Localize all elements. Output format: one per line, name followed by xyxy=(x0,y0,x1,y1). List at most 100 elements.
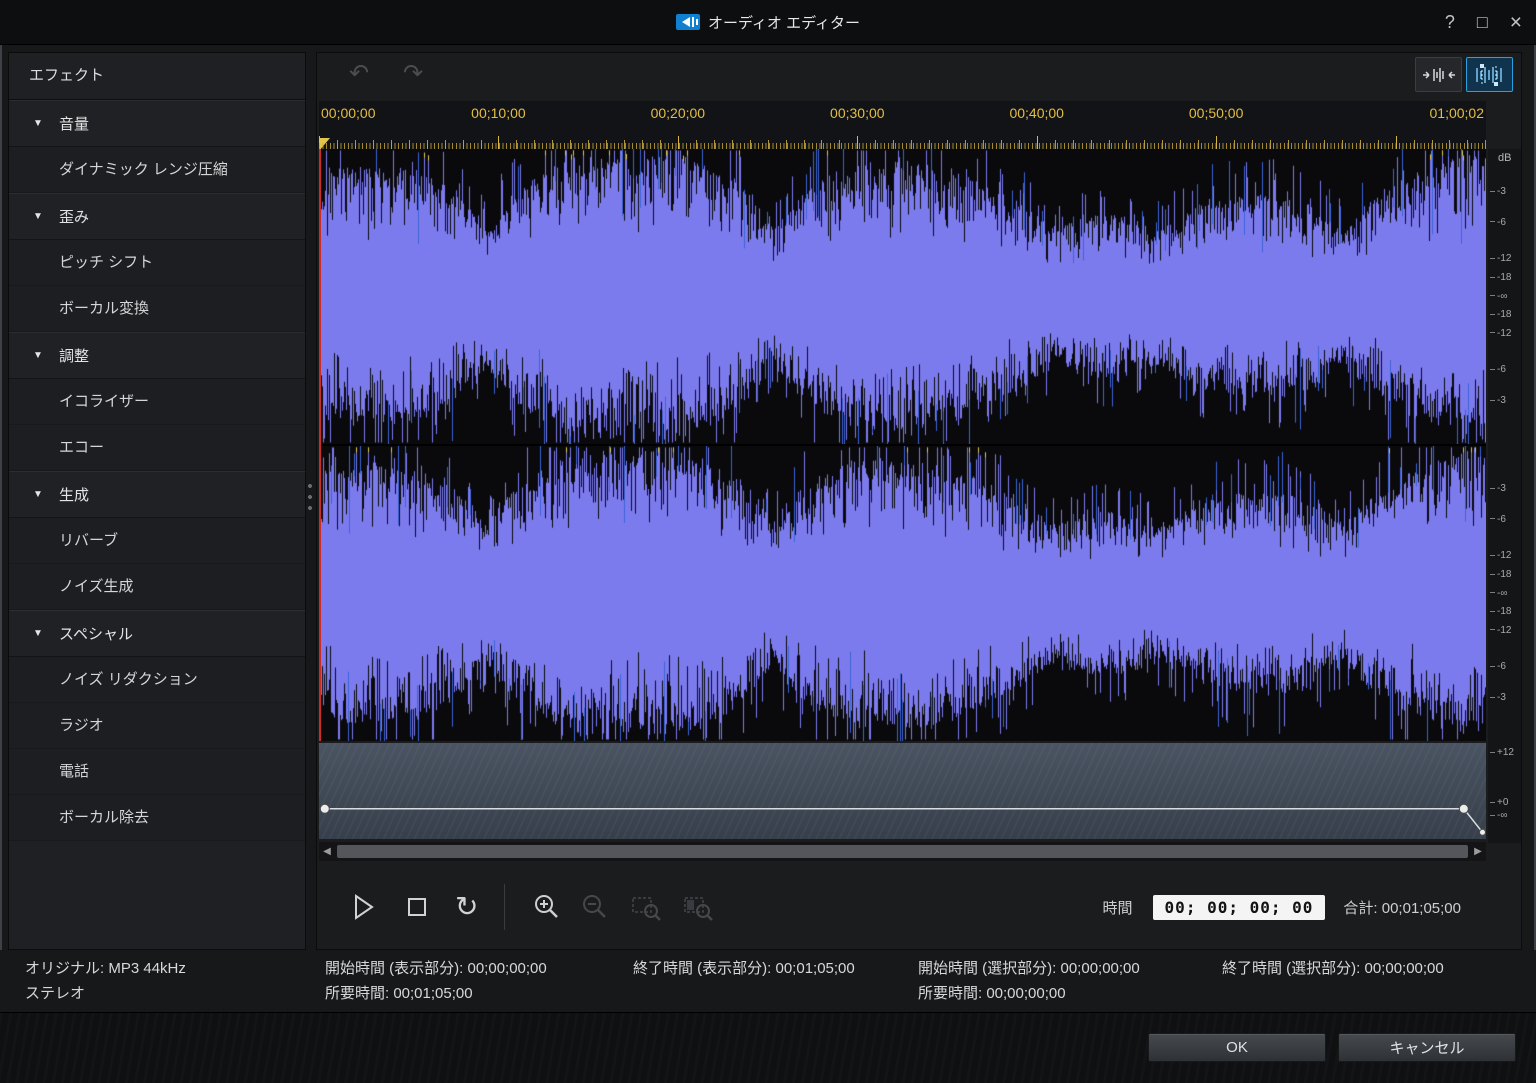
stop-button[interactable] xyxy=(401,891,433,923)
waveform-display[interactable] xyxy=(319,149,1486,741)
ruler-tick xyxy=(390,140,392,149)
ruler-tick xyxy=(426,140,428,149)
envelope-path[interactable] xyxy=(324,808,1484,833)
effect-item[interactable]: ピッチ シフト xyxy=(9,240,305,286)
zoom-fit-selection-button[interactable] xyxy=(681,891,715,923)
timeline-ruler[interactable]: 00;00;00 00;10;00 00;20;00 00;30;00 00;40;00… xyxy=(319,101,1487,151)
ruler-tick xyxy=(1108,140,1110,149)
loop-button[interactable]: ↻ xyxy=(455,893,478,921)
volume-envelope-strip[interactable] xyxy=(319,743,1486,839)
channel-mode-text: ステレオ xyxy=(25,985,86,1002)
ruler-label: 00;10;00 xyxy=(471,105,526,121)
effect-item[interactable]: ボーカル変換 xyxy=(9,286,305,332)
scroll-right-arrow[interactable]: ▶ xyxy=(1470,846,1486,857)
zoom-selection-button[interactable] xyxy=(629,891,663,923)
zoom-selection-icon xyxy=(632,897,662,921)
db-label: -3 xyxy=(1490,186,1506,197)
scrollbar-thumb[interactable] xyxy=(337,845,1468,858)
ruler-tick xyxy=(1234,140,1236,149)
ruler-tick xyxy=(516,140,518,149)
effect-item[interactable]: ダイナミック レンジ圧縮 xyxy=(9,147,305,193)
ruler-tick xyxy=(677,136,679,149)
effects-list: ▼ 音量 ダイナミック レンジ圧縮 ▼ 歪み ピッチ シフト ボーカル変換 ▼ 調整 イコライザー… xyxy=(9,100,305,841)
playhead[interactable] xyxy=(319,149,321,741)
effect-group-label: 生成 xyxy=(59,487,90,504)
effect-item[interactable]: リバーブ xyxy=(9,518,305,564)
selection-end-time: 終了時間 (選択部分): 00;00;00;00 xyxy=(1222,957,1444,978)
selection-start-time: 開始時間 (選択部分): 00;00;00;00 xyxy=(918,957,1140,978)
stretch-view-button[interactable] xyxy=(1415,57,1462,92)
panel-resize-handle[interactable] xyxy=(308,482,313,512)
ruler-tick xyxy=(354,140,356,149)
ruler-tick xyxy=(749,140,751,149)
collapse-triangle-icon[interactable]: ▼ xyxy=(33,489,59,500)
help-button[interactable]: ? xyxy=(1445,13,1455,31)
effect-item[interactable]: ボーカル除去 xyxy=(9,795,305,841)
db-label: -6 xyxy=(1490,661,1506,672)
ruler-tick xyxy=(1359,140,1361,149)
ruler-tick xyxy=(875,140,877,149)
scroll-left-arrow[interactable]: ◀ xyxy=(319,846,335,857)
ruler-label: 00;20;00 xyxy=(650,105,706,121)
current-time-display[interactable]: 00; 00; 00; 00 xyxy=(1152,894,1326,920)
ruler-tick xyxy=(642,140,643,149)
effect-item[interactable]: イコライザー xyxy=(9,379,305,425)
effect-group-header[interactable]: ▼ 歪み xyxy=(9,193,305,240)
ruler-tick xyxy=(659,140,661,149)
db-label: -18 xyxy=(1490,309,1511,320)
ruler-tick xyxy=(1072,140,1074,149)
undo-button[interactable]: ↶ xyxy=(349,59,369,88)
ruler-label: 00;50;00 xyxy=(1188,105,1244,121)
editor-area: ↶ ↷ 00;00;00 00;10;00 00;20;00 00;30;00 … xyxy=(316,52,1522,950)
ruler-tick xyxy=(606,140,608,149)
ruler-tick xyxy=(1126,140,1128,149)
zoom-out-icon xyxy=(583,895,607,918)
effect-group-header[interactable]: ▼ 生成 xyxy=(9,471,305,518)
envelope-scale-label: +0 xyxy=(1490,797,1508,808)
transport-divider xyxy=(504,884,506,930)
effects-panel: エフェクト ▼ 音量 ダイナミック レンジ圧縮 ▼ 歪み ピッチ シフト ボーカル変換 ▼ 調整… xyxy=(8,52,306,950)
volume-envelope-line[interactable] xyxy=(319,743,1486,839)
envelope-keyframe[interactable] xyxy=(319,803,330,814)
ruler-label: 01;00;02 xyxy=(1429,105,1485,121)
zoom-in-button[interactable] xyxy=(531,891,563,923)
effect-item[interactable]: エコー xyxy=(9,425,305,471)
ruler-tick xyxy=(1216,136,1218,149)
horizontal-scrollbar[interactable]: ◀ ▶ xyxy=(319,842,1486,861)
ruler-tick xyxy=(1252,140,1253,149)
effect-item[interactable]: 電話 xyxy=(9,749,305,795)
play-button[interactable] xyxy=(347,891,379,923)
ruler-tick xyxy=(803,140,805,149)
effect-group-header[interactable]: ▼ スペシャル xyxy=(9,610,305,657)
envelope-keyframe[interactable] xyxy=(1479,828,1486,836)
effects-panel-title: エフェクト xyxy=(9,53,305,100)
collapse-triangle-icon[interactable]: ▼ xyxy=(33,211,59,222)
maximize-button[interactable]: □ xyxy=(1477,13,1488,31)
original-format-text: オリジナル: MP3 44kHz xyxy=(25,960,186,977)
collapse-triangle-icon[interactable]: ▼ xyxy=(33,118,59,129)
ruler-tick xyxy=(1018,140,1020,149)
collapse-triangle-icon[interactable]: ▼ xyxy=(33,628,59,639)
effect-item[interactable]: ラジオ xyxy=(9,703,305,749)
effect-item[interactable]: ノイズ リダクション xyxy=(9,657,305,703)
effect-group-header[interactable]: ▼ 調整 xyxy=(9,332,305,379)
ruler-tick xyxy=(713,140,715,149)
waveform-left-channel[interactable] xyxy=(319,149,1486,444)
cancel-button[interactable]: キャンセル xyxy=(1338,1033,1516,1062)
ruler-label: 00;40;00 xyxy=(1009,105,1064,121)
effect-group-header[interactable]: ▼ 音量 xyxy=(9,100,305,147)
ok-button[interactable]: OK xyxy=(1148,1033,1326,1062)
ruler-tick xyxy=(1090,140,1092,149)
db-label: -3 xyxy=(1490,692,1506,703)
waveform-right-channel[interactable] xyxy=(319,446,1486,741)
envelope-keyframe[interactable] xyxy=(1458,803,1469,814)
zoom-in-icon xyxy=(535,895,559,918)
envelope-edit-view-button[interactable] xyxy=(1466,57,1513,92)
close-button[interactable]: × xyxy=(1510,12,1522,33)
ruler-tick xyxy=(1395,136,1397,149)
effect-item[interactable]: ノイズ生成 xyxy=(9,564,305,610)
collapse-triangle-icon[interactable]: ▼ xyxy=(33,350,59,361)
redo-button[interactable]: ↷ xyxy=(403,59,423,88)
editor-toolbar: ↶ ↷ xyxy=(317,53,1521,99)
zoom-out-button[interactable] xyxy=(579,891,611,923)
